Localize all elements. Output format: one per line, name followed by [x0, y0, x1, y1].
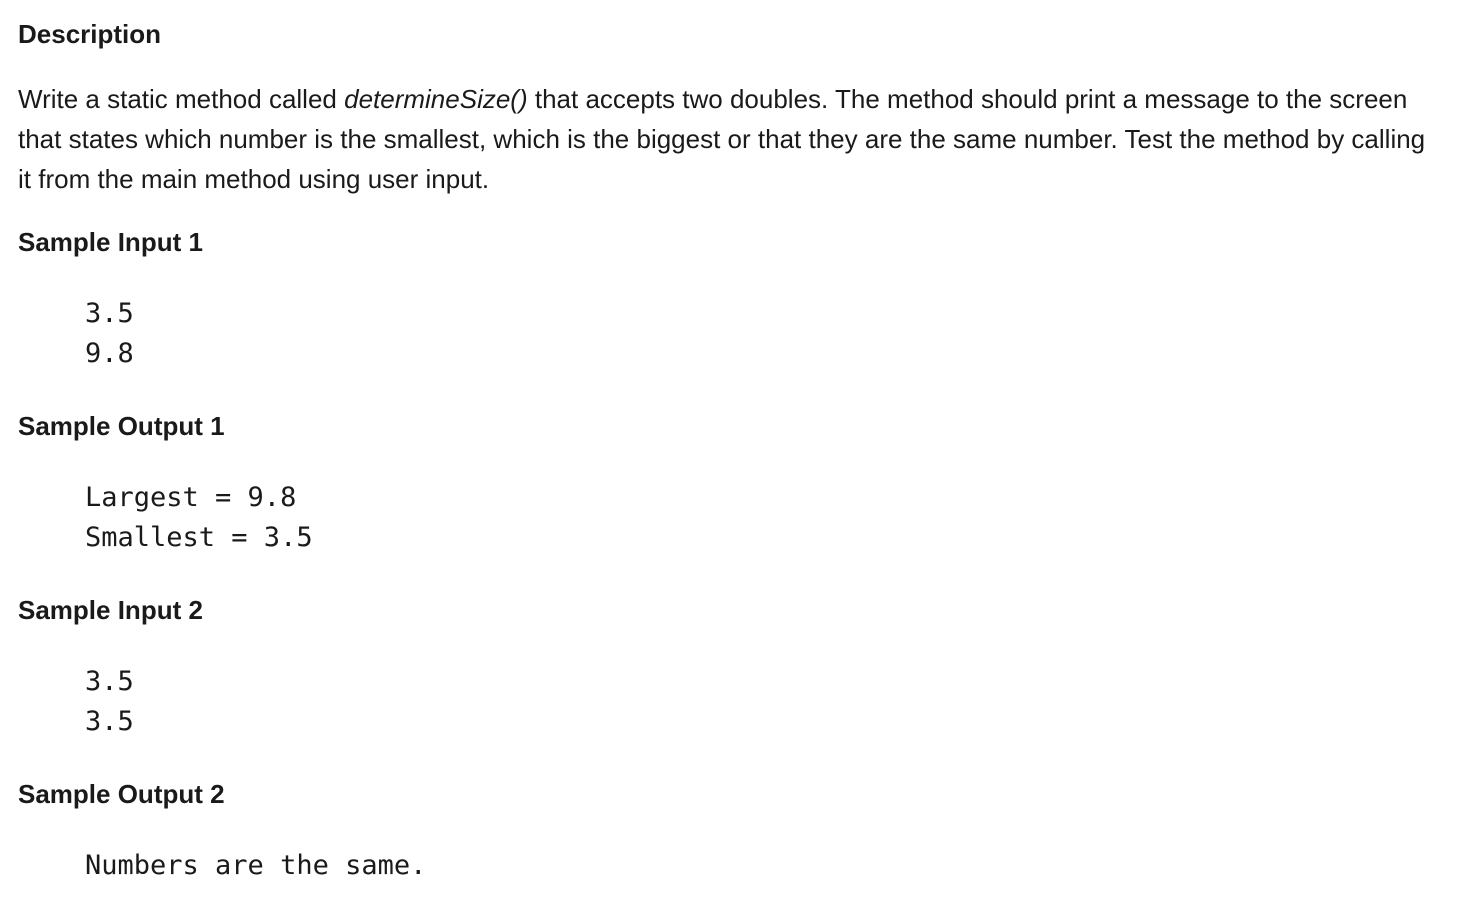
code-line: 3.5	[85, 298, 134, 329]
code-line: Largest = 9.8	[85, 482, 297, 513]
code-line: 3.5	[85, 666, 134, 697]
code-line: 9.8	[85, 338, 134, 369]
sample-output-2-code: Numbers are the same.	[85, 846, 426, 886]
sample-output-1-heading: Sample Output 1	[18, 411, 225, 441]
sample-input-1-code: 3.5 9.8	[85, 294, 134, 374]
method-name: determineSize()	[344, 84, 528, 114]
code-line: Numbers are the same.	[85, 850, 427, 881]
description-text-start: Write a static method called	[18, 84, 345, 114]
code-line: 3.5	[85, 706, 134, 737]
sample-input-2-code: 3.5 3.5	[85, 662, 134, 742]
code-line: Smallest = 3.5	[85, 522, 313, 553]
description-text: Write a static method called determineSi…	[18, 79, 1438, 199]
description-heading: Description	[18, 19, 162, 49]
sample-input-1-heading: Sample Input 1	[18, 227, 203, 257]
sample-output-2-heading: Sample Output 2	[18, 779, 225, 809]
sample-input-2-heading: Sample Input 2	[18, 595, 203, 625]
sample-output-1-code: Largest = 9.8 Smallest = 3.5	[85, 478, 313, 558]
